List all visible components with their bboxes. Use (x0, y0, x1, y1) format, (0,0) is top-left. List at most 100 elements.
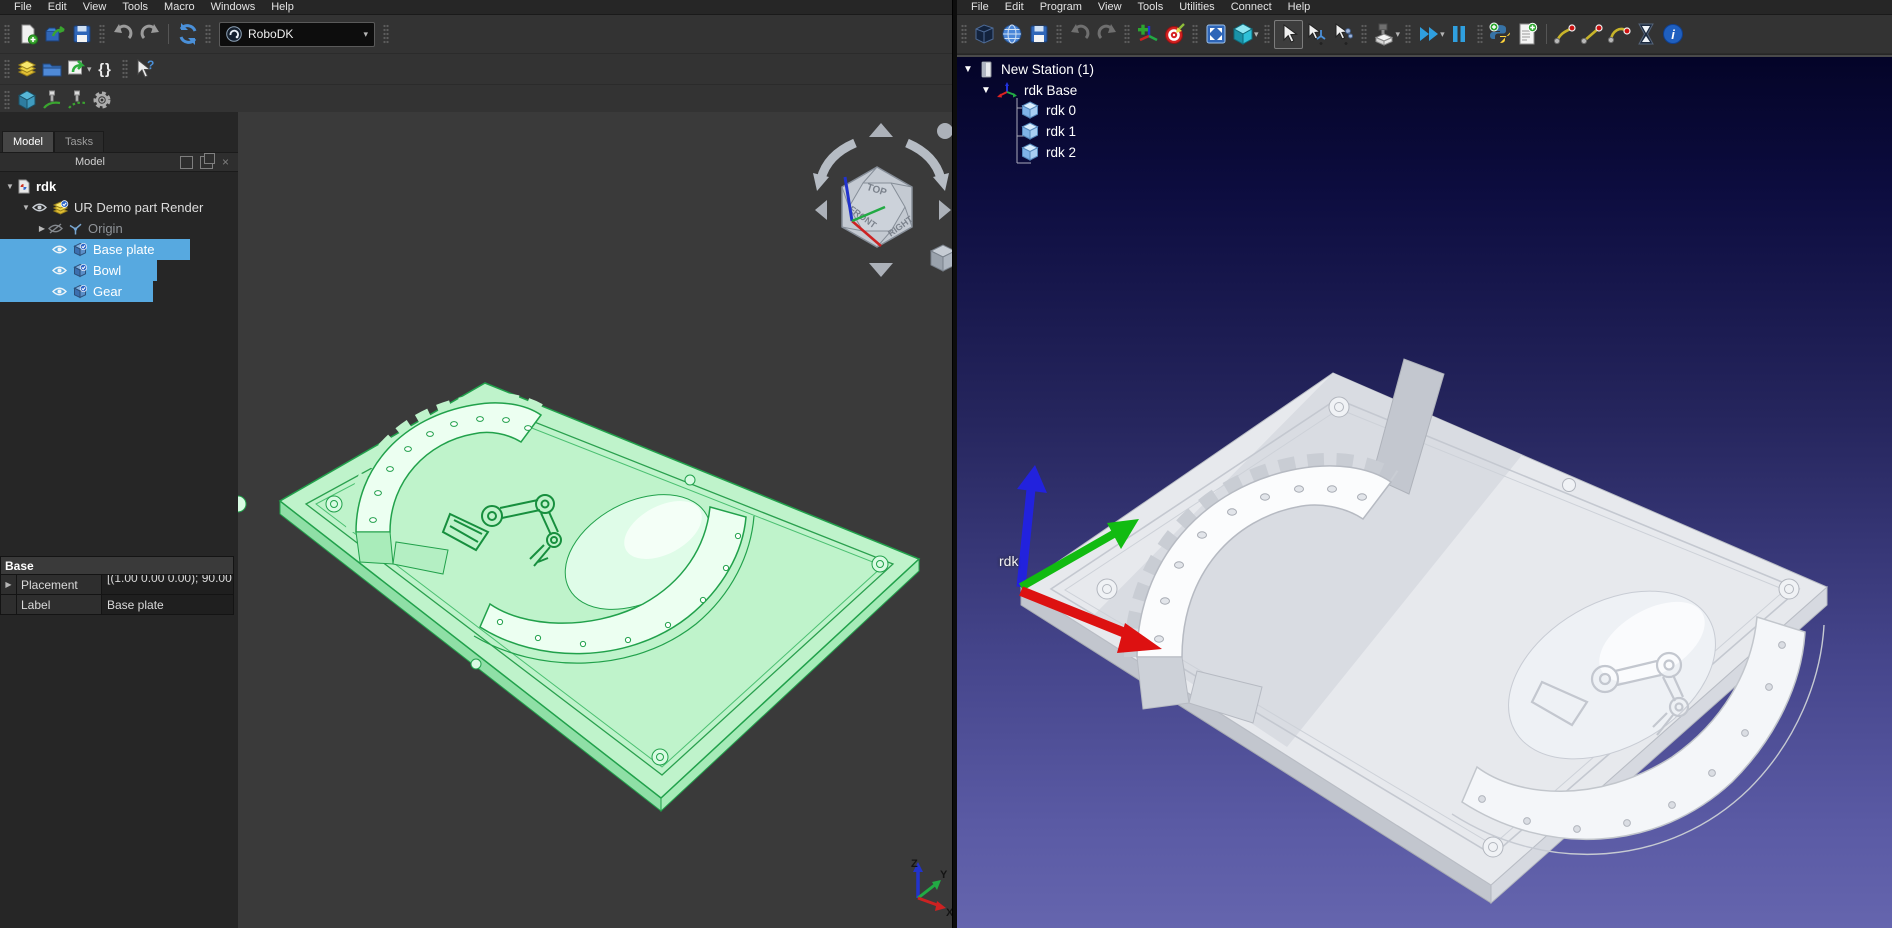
machining-project-button[interactable] (1371, 21, 1398, 48)
add-program-button[interactable] (1514, 21, 1541, 48)
robodk-3d-viewport[interactable]: rdk ▼ New Station (1) ▼ (957, 55, 1892, 928)
tab-model[interactable]: Model (2, 131, 54, 152)
move-joint-button[interactable] (1552, 21, 1579, 48)
expander-closed-icon[interactable]: ▶ (1, 575, 17, 594)
toolbar-grip[interactable] (4, 59, 10, 79)
toolbar-grip[interactable] (99, 24, 105, 44)
menu-windows[interactable]: Windows (203, 1, 264, 14)
menu-tools[interactable]: Tools (1130, 1, 1172, 14)
expander-open-icon[interactable]: ▼ (4, 182, 16, 191)
online-library-button[interactable] (998, 21, 1025, 48)
toolbar-grip[interactable] (383, 24, 389, 44)
frame-label[interactable]: rdk (999, 553, 1018, 569)
undo-button[interactable] (109, 21, 136, 48)
menu-macro[interactable]: Macro (156, 1, 203, 14)
expander-open-icon[interactable]: ▼ (20, 203, 32, 212)
open-document-button[interactable] (41, 21, 68, 48)
fit-all-button[interactable] (1202, 21, 1229, 48)
chevron-down-icon[interactable]: ▾ (87, 64, 92, 75)
move-circular-button[interactable] (1606, 21, 1633, 48)
toolbar-grip[interactable] (1192, 24, 1198, 44)
navigation-cube[interactable]: TOP FRONT RIGHT (811, 115, 952, 285)
tree-item-bowl[interactable]: Bowl (0, 260, 238, 281)
whats-this-button[interactable]: ? (132, 57, 157, 82)
dock-float-icon[interactable] (200, 156, 213, 169)
expander-open-icon[interactable]: ▼ (963, 64, 979, 75)
expander-open-icon[interactable]: ▼ (981, 85, 997, 96)
macro-button[interactable]: {} (93, 57, 118, 82)
pause-button[interactable] (1446, 21, 1473, 48)
dock-minimize-icon[interactable] (180, 156, 193, 169)
toolbar-grip[interactable] (205, 24, 211, 44)
export-button[interactable] (64, 57, 89, 82)
chevron-down-icon[interactable]: ▾ (1396, 29, 1401, 40)
toolbar-grip[interactable] (1405, 24, 1411, 44)
property-group-header[interactable]: Base (0, 556, 234, 575)
menu-edit[interactable]: Edit (997, 1, 1032, 14)
menu-view[interactable]: View (1090, 1, 1130, 14)
redo-button-disabled[interactable] (1093, 21, 1120, 48)
toolbar-grip[interactable] (1056, 24, 1062, 44)
toolbar-grip[interactable] (122, 59, 128, 79)
dock-close-icon[interactable]: × (220, 157, 231, 168)
property-row-placement[interactable]: ▶ Placement [(1.00 0.00 0.00); 90.00 ... (0, 575, 234, 595)
tree-item-rdk-2[interactable]: rdk 2 (1021, 143, 1076, 161)
redo-button[interactable] (136, 21, 163, 48)
menu-help[interactable]: Help (1280, 1, 1319, 14)
menu-tools[interactable]: Tools (114, 1, 156, 14)
move-robot-cursor-button[interactable] (1330, 21, 1357, 48)
open-file-button[interactable] (971, 21, 998, 48)
menu-file[interactable]: File (963, 1, 997, 14)
tree-item-document[interactable]: ▼ rdk (0, 176, 238, 197)
save-station-button[interactable] (1025, 21, 1052, 48)
check-collisions-hourglass-button[interactable] (1633, 21, 1660, 48)
menu-connect[interactable]: Connect (1223, 1, 1280, 14)
robot-path-button[interactable] (39, 88, 64, 113)
save-button[interactable] (68, 21, 95, 48)
isometric-view-button[interactable] (1229, 21, 1256, 48)
menu-file[interactable]: File (6, 1, 40, 14)
chevron-down-icon[interactable]: ▾ (1440, 29, 1445, 40)
menu-utilities[interactable]: Utilities (1171, 1, 1222, 14)
menu-edit[interactable]: Edit (40, 1, 75, 14)
tree-item-origin[interactable]: ▶ Origin (0, 218, 238, 239)
tree-item-base-frame[interactable]: ▼ rdk Base (981, 81, 1077, 99)
workbench-selector[interactable]: RoboDK ▾ (219, 22, 375, 47)
add-reference-frame-button[interactable] (1134, 21, 1161, 48)
undo-button-disabled[interactable] (1066, 21, 1093, 48)
property-row-label[interactable]: Label Base plate (0, 595, 234, 615)
menu-view[interactable]: View (75, 1, 115, 14)
tree-item-group[interactable]: ▼ UR Demo part Render (0, 197, 238, 218)
open-folder-button[interactable] (39, 57, 64, 82)
load-part-button[interactable] (14, 57, 39, 82)
run-fast-button[interactable] (1415, 21, 1442, 48)
chevron-down-icon[interactable]: ▾ (1254, 29, 1259, 40)
isometric-cube-button[interactable] (14, 88, 39, 113)
tree-item-base-plate[interactable]: Base plate (0, 239, 238, 260)
move-reference-cursor-button[interactable] (1303, 21, 1330, 48)
tab-tasks[interactable]: Tasks (54, 131, 104, 152)
about-info-button[interactable]: i (1660, 21, 1687, 48)
toolbar-grip[interactable] (4, 24, 10, 44)
add-target-button[interactable] (1161, 21, 1188, 48)
new-document-button[interactable] (14, 21, 41, 48)
tree-item-station[interactable]: ▼ New Station (1) (963, 60, 1094, 78)
tree-item-gear[interactable]: Gear (0, 281, 238, 302)
robot-path-dotted-button[interactable] (64, 88, 89, 113)
property-value[interactable]: [(1.00 0.00 0.00); 90.00 ... (102, 575, 233, 594)
toolbar-grip[interactable] (1361, 24, 1367, 44)
tree-item-rdk-1[interactable]: rdk 1 (1021, 122, 1076, 140)
toolbar-grip[interactable] (1264, 24, 1270, 44)
property-value[interactable]: Base plate (102, 595, 233, 614)
menu-program[interactable]: Program (1032, 1, 1090, 14)
select-cursor-button-active[interactable] (1274, 20, 1303, 49)
refresh-button[interactable] (174, 21, 201, 48)
add-python-script-button[interactable] (1487, 21, 1514, 48)
expander-closed-icon[interactable]: ▶ (36, 224, 48, 233)
menu-help[interactable]: Help (263, 1, 302, 14)
tree-item-rdk-0[interactable]: rdk 0 (1021, 101, 1076, 119)
settings-gear-button[interactable] (89, 88, 114, 113)
toolbar-grip[interactable] (1124, 24, 1130, 44)
toolbar-grip[interactable] (1477, 24, 1483, 44)
toolbar-grip[interactable] (4, 90, 10, 110)
